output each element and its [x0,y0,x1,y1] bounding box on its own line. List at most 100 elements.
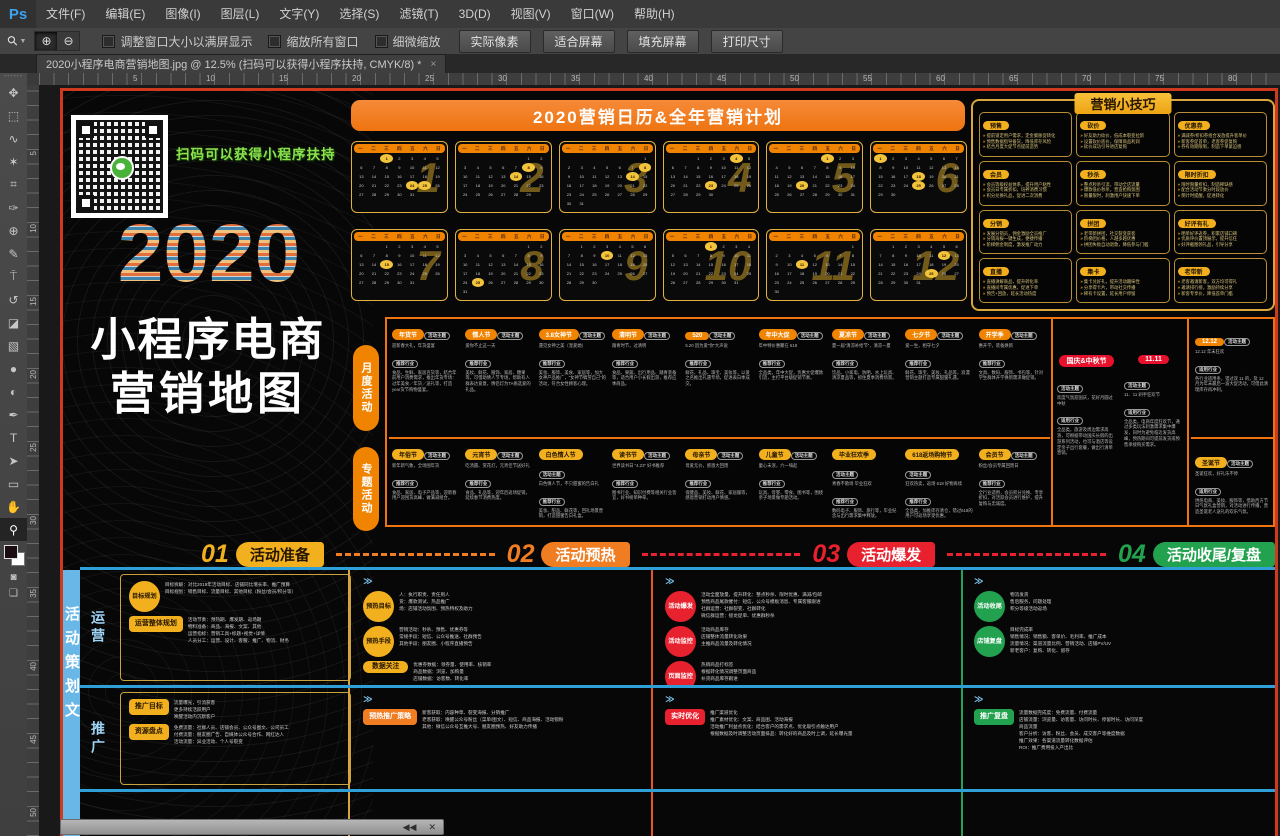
tool-clone-stamp[interactable]: ⍑ [0,265,27,288]
canvas-area[interactable]: 扫码可以获得小程序扶持 2020 小程序电商 营销地图 2020营销日历&全年营… [39,85,1280,836]
calendar-day: 27 [497,278,510,287]
options-button[interactable]: 打印尺寸 [711,30,783,53]
close-icon[interactable]: × [430,59,436,70]
options-button[interactable]: 填充屏幕 [627,30,699,53]
quick-mask-icon[interactable]: ◙ [0,569,27,585]
flow-item: 新老客户：复购、转化、留存 [1010,648,1111,654]
tool-spot-healing-brush[interactable]: ⊕ [0,219,27,242]
menu-item[interactable]: 窗口(W) [561,0,624,28]
tool-type[interactable]: T [0,426,27,449]
tool-eraser[interactable]: ◪ [0,311,27,334]
calendar-day: 14 [692,260,705,269]
checkbox-icon[interactable] [268,35,281,48]
active-tool-indicator[interactable]: ⚲ ▼ [0,33,34,49]
calendar-weekday-row: 一二三四五六日 [769,144,860,153]
menu-item[interactable]: 编辑(E) [95,0,155,28]
ruler-label: 10 [29,224,38,233]
activity-cell: 会员节活动主题粉丝/会员专属回馈日推荐行业全行业适用，会员积分兑换、专享折扣，对… [976,441,1049,525]
tool-move[interactable]: ✥ [0,81,27,104]
tip-card-label: 秒杀 [1080,170,1106,179]
checkbox-icon[interactable] [102,35,115,48]
tool-gradient[interactable]: ▧ [0,334,27,357]
calendar-day: 4 [743,242,756,251]
weekday-label: 三 [384,146,389,152]
calendar-day: 2 [393,154,406,163]
menu-item[interactable]: 视图(V) [501,0,561,28]
activity-name: 白色情人节 [539,449,583,460]
theme-text: 狂欢热卖，返场 618 好物再续 [905,481,972,487]
theme-text: 年中特价惠聚在 618 [759,343,826,349]
calendar-days: 1234567891011121314151617181920212223242… [560,242,655,287]
menu-item[interactable]: 文件(F) [36,0,95,28]
tool-dodge[interactable]: ◐ [0,380,27,403]
calendar-day: 17 [730,260,743,269]
tool-hand[interactable]: ✋ [0,495,27,518]
tool-rectangular-marquee[interactable]: ⬚ [0,104,27,127]
menu-item[interactable]: 3D(D) [449,0,501,28]
calendar-day: 21 [510,269,523,278]
zoom-in-button[interactable]: ⊕ [35,32,57,50]
calendar-day: 20 [821,269,834,278]
calendar-day: 7 [563,251,576,260]
option-checkboxes: 调整窗口大小以满屏显示缩放所有窗口细微缩放 [86,33,440,50]
tool-brush[interactable]: ✎ [0,242,27,265]
tool-blur[interactable]: ● [0,357,27,380]
calendar-day: 18 [770,181,783,190]
calendar-day: 12 [626,251,639,260]
menu-item[interactable]: 滤镜(T) [389,0,448,28]
weekday-label: 四 [397,146,402,152]
industry-label: 推荐行业 [905,498,931,506]
calendar-day: 3 [783,251,796,260]
menu-item[interactable]: 选择(S) [329,0,389,28]
tool-zoom[interactable]: ⚲ [0,518,27,541]
screen-mode-icon[interactable]: ❏ [0,585,27,601]
document-tab[interactable]: 2020小程序电商营销地图.jpg @ 12.5% (扫码可以获得小程序扶持, … [36,54,446,73]
tool-rectangle[interactable]: ▭ [0,472,27,495]
calendar-day: 2 [535,154,548,163]
option-checkbox[interactable]: 调整窗口大小以满屏显示 [102,33,252,50]
menu-item[interactable]: 图层(L) [211,0,270,28]
panel-grip[interactable]: •••••• [0,73,27,81]
checkbox-icon[interactable] [375,35,388,48]
tool-lasso[interactable]: ∿ [0,127,27,150]
tool-path-selection[interactable]: ➤ [0,449,27,472]
empty-day [679,154,692,163]
theme-label: 活动主题 [937,332,963,340]
weekday-label: 日 [955,146,960,152]
zoom-out-button[interactable]: ⊖ [57,32,79,50]
floating-bar: ◀◀ ✕ [60,819,444,835]
calendar-day: 20 [950,260,963,269]
calendar-day: 29 [692,190,705,199]
foreground-color-swatch[interactable] [4,545,18,559]
options-button[interactable]: 实际像素 [459,30,531,53]
empty-day [770,242,783,251]
industry-label: 适用行业 [1057,417,1083,425]
weekday-label: 一 [774,234,779,240]
rewind-icon[interactable]: ◀◀ [403,823,417,832]
menu-item[interactable]: 文字(Y) [269,0,329,28]
calendar-month: 一二三四五六日612345678910111213141516171819202… [870,141,967,213]
tool-history-brush[interactable]: ↺ [0,288,27,311]
options-button[interactable]: 适合屏幕 [543,30,615,53]
poster-title-line2: 营销地图 [69,357,347,422]
option-checkbox[interactable]: 细微缩放 [375,33,441,50]
calendar-day: 26 [743,181,756,190]
calendar-day: 20 [355,181,368,190]
menu-item[interactable]: 帮助(H) [624,0,685,28]
calendar-day: 20 [355,269,368,278]
close-icon[interactable]: ✕ [428,823,436,832]
flow-items: 推广渠道优化推广素材优化：文案、商品图、活动海报活动推广利益点优化：结合客户的需… [710,709,852,737]
menu-item[interactable]: 图像(I) [155,0,210,28]
weekday-label: 三 [384,234,389,240]
tool-crop[interactable]: ⌗ [0,173,27,196]
option-checkbox[interactable]: 缩放所有窗口 [268,33,358,50]
calendar-day: 15 [821,172,834,181]
calendar-days: 1234567891011121314151617181920212223242… [664,154,759,199]
calendar-day: 9 [535,251,548,260]
tool-eyedropper[interactable]: ✑ [0,196,27,219]
tool-magic-wand[interactable]: ✶ [0,150,27,173]
color-swatches[interactable] [0,543,27,569]
calendar-weekday-row: 一二三四五六日 [354,232,445,241]
tool-pen[interactable]: ✒ [0,403,27,426]
calendar-day: 12 [743,163,756,172]
